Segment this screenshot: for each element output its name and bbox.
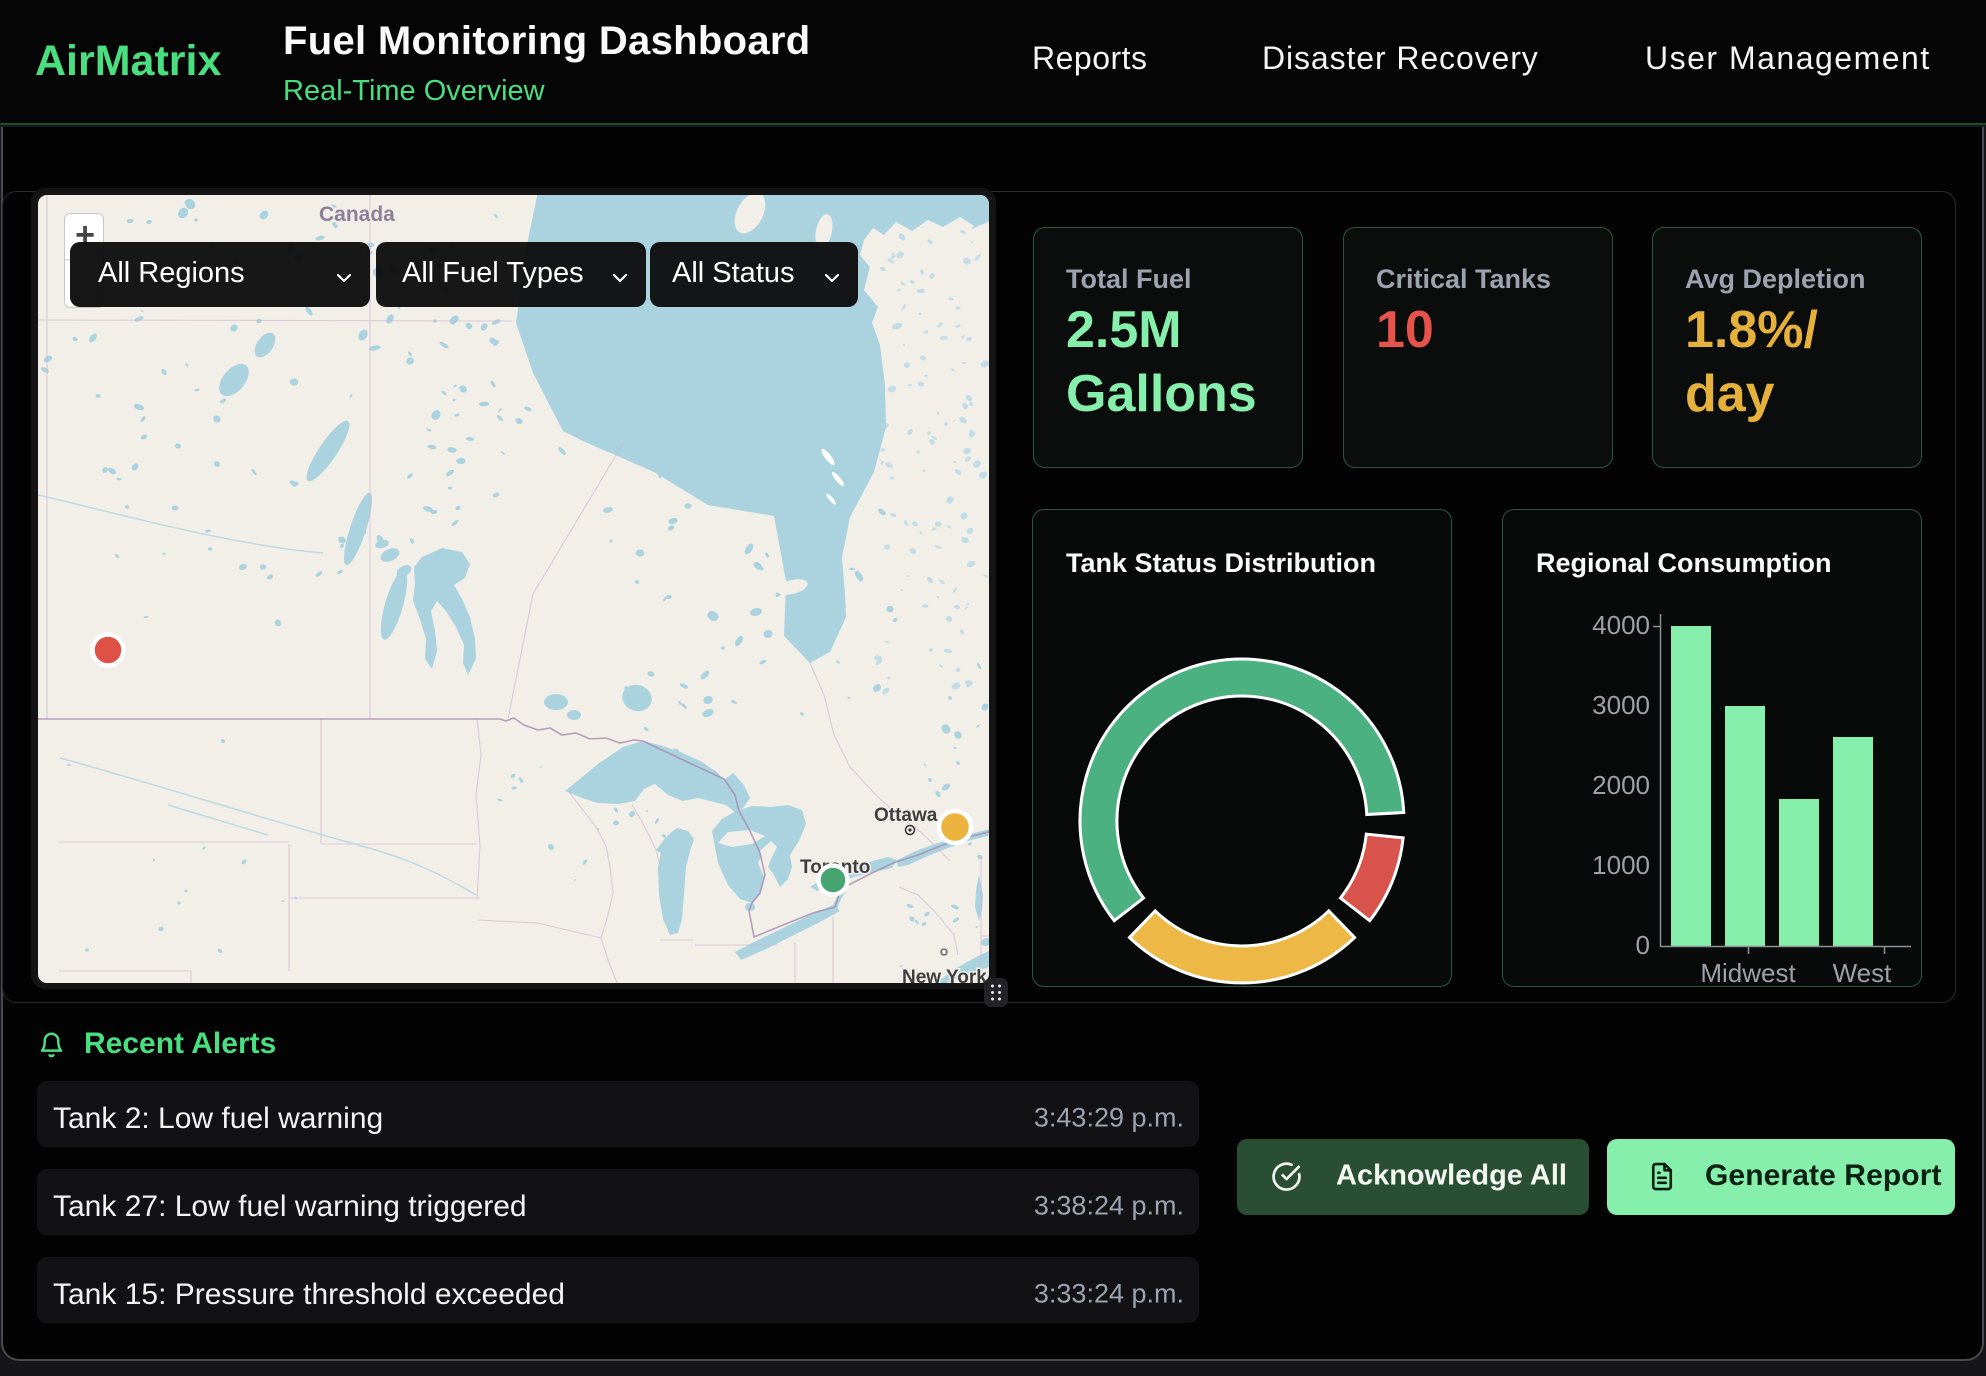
svg-text:1000: 1000 (1592, 850, 1650, 880)
svg-text:New York: New York (902, 967, 987, 983)
svg-text:Canada: Canada (319, 203, 395, 226)
svg-text:3000: 3000 (1592, 690, 1650, 720)
svg-text:0: 0 (1636, 930, 1650, 960)
svg-text:4000: 4000 (1592, 610, 1650, 640)
svg-text:Ottawa: Ottawa (874, 805, 938, 826)
svg-text:West: West (1833, 958, 1893, 987)
svg-text:2000: 2000 (1592, 770, 1650, 800)
svg-text:Midwest: Midwest (1700, 958, 1796, 987)
